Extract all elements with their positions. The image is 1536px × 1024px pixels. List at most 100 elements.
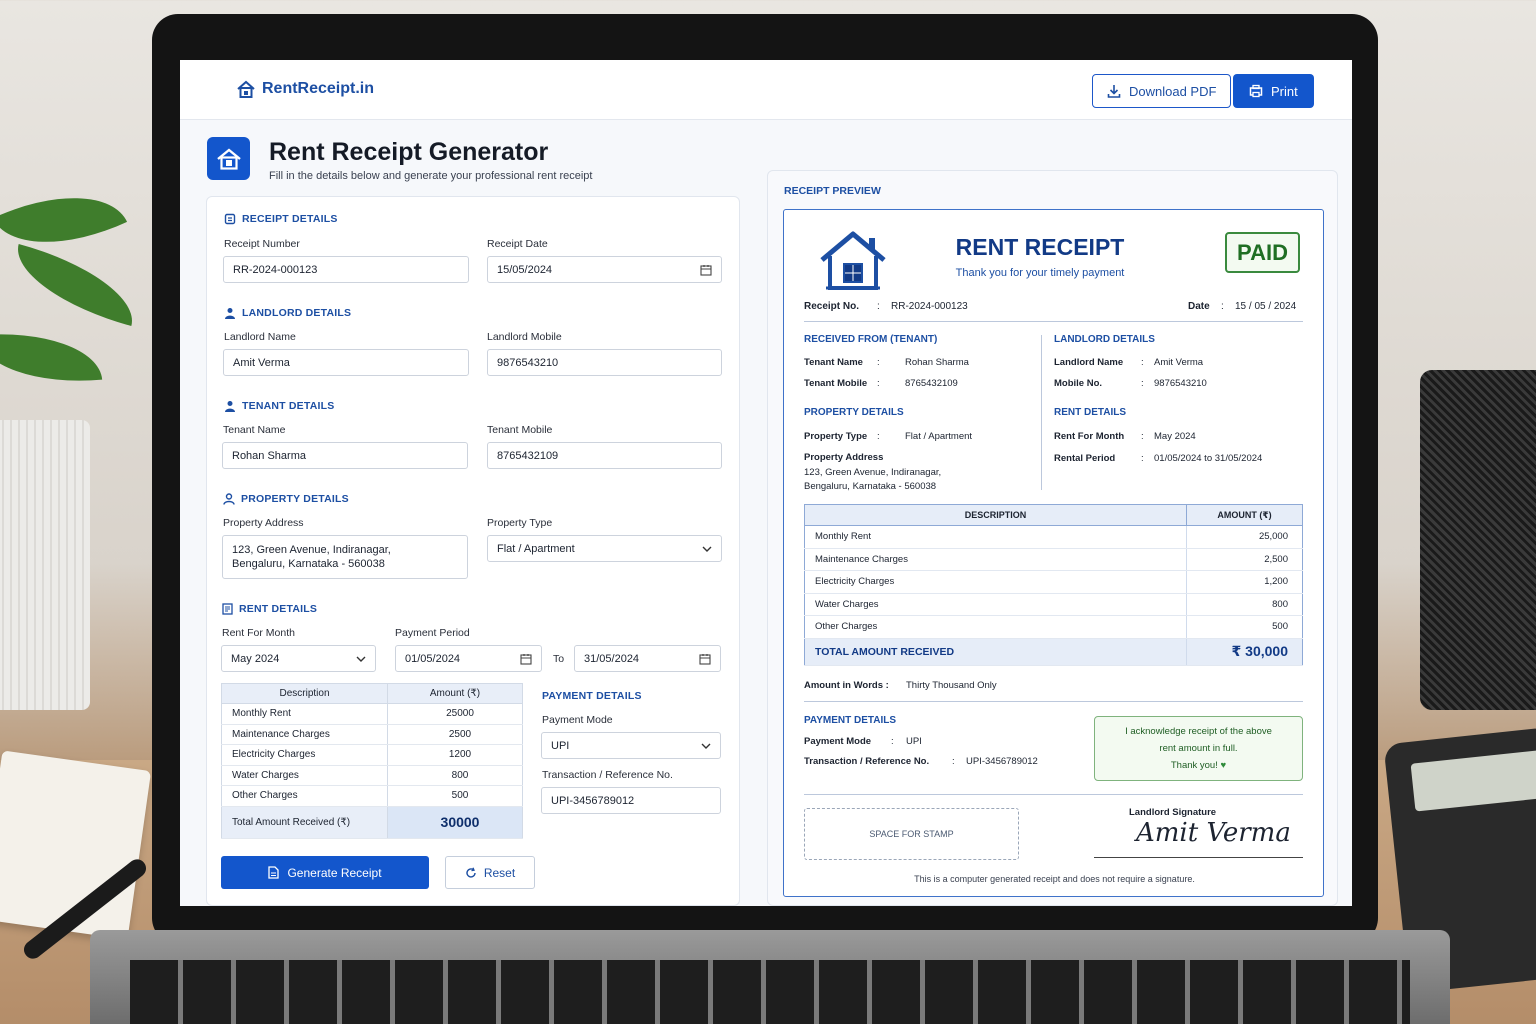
receipt-number-value: RR-2024-000123	[233, 263, 318, 276]
property-icon	[223, 493, 235, 505]
payment-mode-value: UPI	[906, 736, 922, 747]
reset-label: Reset	[483, 865, 516, 880]
row-desc: Electricity Charges	[221, 744, 388, 766]
property-type-value: Flat / Apartment	[497, 542, 575, 555]
row-amount-input[interactable]: 1200	[387, 744, 523, 766]
reset-button[interactable]: Reset	[445, 856, 535, 889]
col-amount: AMOUNT (₹)	[1186, 504, 1303, 526]
property-type-label: Property Type	[804, 431, 868, 442]
total-label: Total Amount Received (₹)	[221, 806, 388, 839]
section-tenant-details: TENANT DETAILS	[224, 400, 334, 412]
download-pdf-button[interactable]: Download PDF	[1092, 74, 1232, 108]
app-icon	[207, 137, 250, 180]
payment-period-label: Payment Period	[395, 627, 470, 639]
table-row: Monthly Rent 25000	[221, 703, 523, 725]
section-label: RENT DETAILS	[239, 603, 318, 615]
tenant-name-value: Rohan Sharma	[232, 449, 306, 462]
payment-mode-select[interactable]: UPI	[541, 732, 721, 759]
property-type-value: Flat / Apartment	[905, 431, 973, 442]
period-to-value: 31/05/2024	[584, 652, 640, 665]
table-row: Maintenance Charges 2,500	[804, 548, 1303, 571]
print-button[interactable]: Print	[1233, 74, 1314, 108]
row-amount-input[interactable]: 2500	[387, 724, 523, 745]
receipt-date-label: Receipt Date	[487, 238, 548, 250]
row-amount: 25,000	[1186, 525, 1303, 549]
payment-section: PAYMENT DETAILS	[804, 715, 897, 726]
keyboard	[130, 960, 1410, 1024]
table-row: Monthly Rent 25,000	[804, 525, 1303, 549]
tenant-section: RECEIVED FROM (TENANT)	[804, 334, 938, 345]
print-label: Print	[1271, 83, 1298, 99]
signature: Amit Verma	[1136, 818, 1291, 848]
tenant-name-label: Tenant Name	[223, 424, 286, 436]
brand-logo[interactable]: RentReceipt.in	[236, 80, 374, 98]
period-to-input[interactable]: 31/05/2024	[574, 645, 721, 672]
landlord-mobile-value: 9876543210	[497, 356, 559, 369]
period-from-input[interactable]: 01/05/2024	[395, 645, 542, 672]
row-amount-input[interactable]: 25000	[387, 703, 523, 725]
preview-title: RECEIPT PREVIEW	[784, 185, 881, 197]
tenant-mobile-input[interactable]: 8765432109	[487, 442, 722, 469]
table-header: DESCRIPTION AMOUNT (₹)	[804, 504, 1303, 526]
rent-month-label: Rent For Month	[222, 627, 295, 639]
section-property-details: PROPERTY DETAILS	[223, 493, 349, 505]
footer-note: This is a computer generated receipt and…	[914, 874, 1195, 884]
landlord-mobile-value: 9876543210	[1154, 378, 1207, 389]
property-address-input[interactable]: 123, Green Avenue, Indiranagar, Bengalur…	[222, 535, 468, 579]
chevron-down-icon	[356, 656, 366, 662]
section-label: PROPERTY DETAILS	[241, 493, 349, 505]
col-description: Description	[221, 683, 388, 704]
receipt-date-input[interactable]: 15/05/2024	[487, 256, 722, 283]
tenant-mobile-value: 8765432109	[497, 449, 559, 462]
calendar-icon[interactable]	[699, 653, 711, 665]
txn-input[interactable]: UPI-3456789012	[541, 787, 721, 814]
signature-label: Landlord Signature	[1129, 807, 1217, 818]
receipt-title: RENT RECEIPT	[955, 234, 1125, 260]
rent-month-value: May 2024	[1154, 431, 1196, 442]
landlord-name-input[interactable]: Amit Verma	[223, 349, 469, 376]
tenant-name-input[interactable]: Rohan Sharma	[222, 442, 468, 469]
user-tie-icon	[224, 307, 236, 319]
property-type-select[interactable]: Flat / Apartment	[487, 535, 722, 562]
row-amount-input[interactable]: 800	[387, 765, 523, 786]
section-label: PAYMENT DETAILS	[542, 690, 642, 702]
tenant-name-value: Rohan Sharma	[905, 357, 969, 368]
preview-panel: RECEIPT PREVIEW RENT RECEIPT Thank you f…	[767, 170, 1338, 906]
colon: :	[877, 357, 880, 368]
date-value: 15 / 05 / 2024	[1235, 301, 1297, 312]
row-amount: 1,200	[1186, 570, 1303, 594]
calendar-icon[interactable]	[700, 264, 712, 276]
row-desc: Monthly Rent	[221, 703, 388, 725]
rent-month-select[interactable]: May 2024	[221, 645, 376, 672]
calendar-icon[interactable]	[520, 653, 532, 665]
row-desc: Maintenance Charges	[804, 548, 1187, 571]
colon: :	[952, 756, 955, 767]
landlord-name-label: Landlord Name	[1054, 357, 1124, 368]
section-payment-details: PAYMENT DETAILS	[542, 690, 642, 702]
table-row: Water Charges 800	[804, 593, 1303, 616]
landlord-mobile-input[interactable]: 9876543210	[487, 349, 722, 376]
house-icon	[216, 147, 241, 170]
colon: :	[1141, 357, 1144, 368]
generate-receipt-button[interactable]: Generate Receipt	[221, 856, 429, 889]
txn-label: Transaction / Reference No.	[542, 769, 673, 781]
colon: :	[1141, 378, 1144, 389]
date-colon: :	[1221, 301, 1224, 312]
ack-line1: I acknowledge receipt of the above	[1125, 726, 1272, 737]
row-amount-input[interactable]: 500	[387, 785, 523, 807]
tenant-mobile-label: Tenant Mobile	[804, 378, 868, 389]
section-receipt-details: RECEIPT DETAILS	[224, 213, 338, 225]
ack-line3: Thank you! ♥	[1095, 757, 1302, 774]
table-header: Description Amount (₹)	[221, 683, 523, 704]
row-desc: Water Charges	[221, 765, 388, 786]
receipt-number-input[interactable]: RR-2024-000123	[223, 256, 469, 283]
download-icon	[1107, 84, 1121, 98]
charges-table: Description Amount (₹) Monthly Rent 25000…	[221, 683, 523, 839]
rental-period-label: Rental Period	[1054, 453, 1116, 464]
receipt-icon	[224, 213, 236, 225]
receipt-date-value: 15/05/2024	[497, 263, 553, 276]
brand-name: RentReceipt.in	[262, 80, 375, 97]
landlord-name-value: Amit Verma	[1154, 357, 1204, 368]
receipt-no-colon: :	[877, 301, 880, 312]
row-amount: 2,500	[1186, 548, 1303, 571]
